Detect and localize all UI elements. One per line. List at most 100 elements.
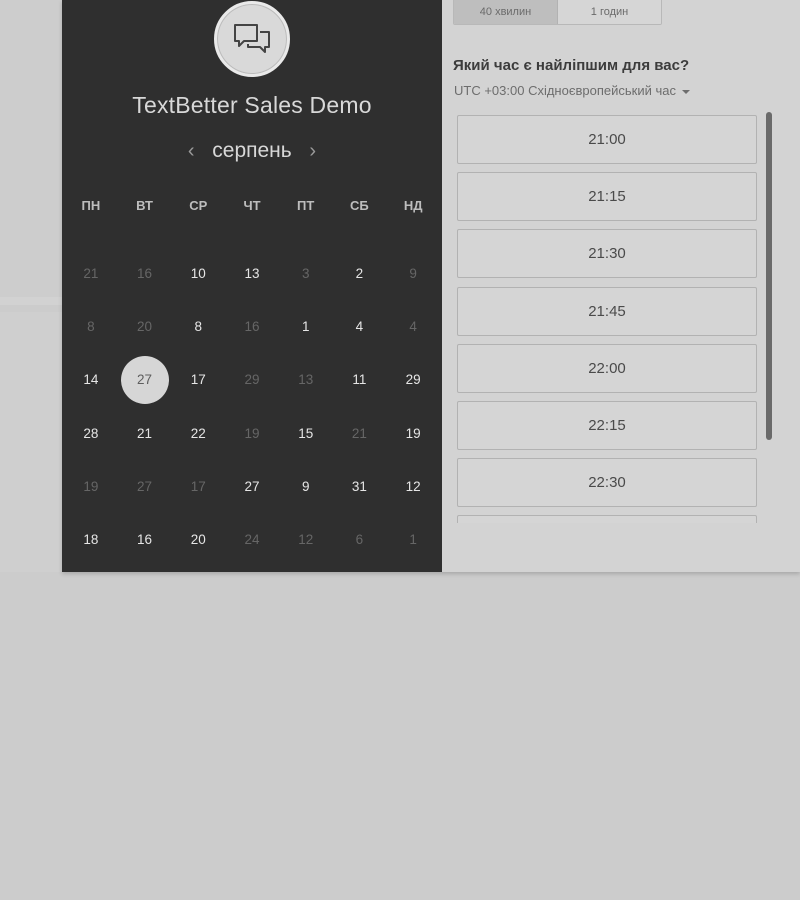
calendar-day: 9 — [386, 247, 440, 300]
weekday-label: ПН — [81, 198, 101, 213]
calendar-day-number: 24 — [244, 532, 260, 548]
calendar-day: 19 — [225, 407, 279, 460]
calendar-day-number: 8 — [87, 319, 95, 335]
calendar-day[interactable]: 20 — [171, 513, 225, 566]
calendar-day-number: 8 — [194, 319, 203, 335]
calendar-day-number: 13 — [244, 266, 260, 282]
calendar-day[interactable]: 15 — [279, 407, 333, 460]
calendar-day[interactable]: 21 — [118, 407, 172, 460]
calendar-day-number: 10 — [190, 266, 206, 282]
calendar-day: 21 — [64, 247, 118, 300]
calendar-day-number: 20 — [137, 319, 153, 335]
calendar-day-number: 21 — [137, 425, 153, 441]
calendar-day[interactable]: 17 — [171, 353, 225, 406]
weekday-label: СР — [189, 198, 208, 213]
calendar-day-number: 22 — [190, 425, 206, 441]
calendar-day[interactable]: 13 — [225, 247, 279, 300]
background-panel-lower — [0, 312, 62, 572]
page: TextBetter Sales Demo ‹ серпень › ПН ВТ … — [0, 0, 800, 900]
calendar-day: 1 — [386, 513, 440, 566]
calendar-day[interactable]: 12 — [386, 460, 440, 513]
calendar-day-number: 4 — [355, 319, 364, 335]
calendar-day[interactable]: 2 — [333, 247, 387, 300]
duration-option-40-min[interactable]: 40 хвилин — [454, 0, 558, 24]
time-question-heading: Який час є найліпшим для вас? — [453, 57, 690, 74]
calendar-day: 3 — [279, 247, 333, 300]
scrollbar[interactable] — [766, 112, 772, 440]
calendar-day-number: 27 — [244, 478, 260, 494]
calendar-day-number: 29 — [244, 372, 260, 388]
calendar-day-number: 27 — [120, 355, 169, 404]
calendar-day-number: 9 — [409, 266, 417, 282]
timezone-selector[interactable]: UTC +03:00 Східноєвропейський час — [454, 83, 690, 98]
calendar-day-number: 2 — [355, 266, 364, 282]
calendar-day: 19 — [64, 460, 118, 513]
timezone-label: UTC +03:00 Східноєвропейський час — [454, 83, 676, 98]
chevron-left-icon[interactable]: ‹ — [184, 138, 198, 164]
calendar-day: 24 — [225, 513, 279, 566]
calendar-day: 29 — [225, 353, 279, 406]
time-slot-button[interactable]: 21:30 — [457, 229, 757, 279]
time-slot-button[interactable]: 21:00 — [457, 115, 757, 164]
calendar-day-number: 19 — [83, 478, 99, 494]
calendar-day-number: 19 — [405, 425, 421, 441]
time-slot-button[interactable]: 22:15 — [457, 400, 757, 450]
chevron-right-icon[interactable]: › — [306, 138, 320, 164]
calendar-day: 6 — [333, 513, 387, 566]
weekday-label: НД — [403, 198, 423, 213]
calendar-day-number: 3 — [301, 266, 310, 282]
calendar-day[interactable]: 16 — [118, 513, 172, 566]
time-slot-button[interactable]: 21:45 — [457, 286, 757, 336]
time-slot-button[interactable] — [457, 515, 757, 523]
event-title: TextBetter Sales Demo — [132, 92, 372, 118]
calendar-day[interactable]: 8 — [171, 300, 225, 353]
calendar-day: 21 — [333, 407, 387, 460]
calendar-day[interactable]: 31 — [333, 460, 387, 513]
calendar-day[interactable]: 1 — [279, 300, 333, 353]
calendar-day-number: 16 — [137, 532, 153, 548]
calendar-day: 16 — [225, 300, 279, 353]
current-month: серпень — [212, 139, 292, 162]
weekday-label: ВТ — [136, 198, 153, 213]
time-slot-list: 21:00 21:15 21:30 21:45 22:00 22:15 22:30 — [457, 115, 757, 523]
calendar-day[interactable]: 28 — [64, 407, 118, 460]
calendar-day-number: 1 — [409, 532, 417, 548]
calendar-day-number: 18 — [83, 532, 99, 548]
calendar-day: 4 — [386, 300, 440, 353]
calendar-day: 20 — [118, 300, 172, 353]
calendar-day[interactable]: 27 — [225, 460, 279, 513]
calendar-day[interactable]: 10 — [171, 247, 225, 300]
calendar-day-number: 14 — [83, 372, 99, 388]
time-selection-panel: 40 хвилин 1 годин Який час є найліпшим д… — [442, 0, 800, 572]
caret-down-icon — [681, 89, 690, 94]
calendar-day[interactable]: 14 — [64, 353, 118, 406]
calendar-day[interactable]: 19 — [386, 407, 440, 460]
calendar-day-number: 17 — [190, 478, 206, 494]
calendar-day[interactable]: 29 — [386, 353, 440, 406]
background-divider — [0, 297, 62, 305]
calendar-day-number: 29 — [405, 372, 421, 388]
calendar-day-number: 16 — [244, 319, 260, 335]
calendar-day[interactable]: 11 — [333, 353, 387, 406]
time-slot-button[interactable]: 22:00 — [457, 343, 757, 393]
calendar-day: 27 — [118, 460, 172, 513]
calendar-day-selected[interactable]: 27 — [118, 353, 172, 406]
calendar-day-number: 13 — [298, 372, 314, 388]
time-slot-button[interactable]: 22:30 — [457, 458, 757, 508]
scheduling-widget: TextBetter Sales Demo ‹ серпень › ПН ВТ … — [62, 0, 800, 572]
weekday-label: ПТ — [297, 198, 315, 213]
calendar-day-number: 4 — [409, 319, 417, 335]
time-slot-button[interactable]: 21:15 — [457, 172, 757, 222]
calendar-day-number: 17 — [190, 372, 206, 388]
calendar-day-number: 27 — [137, 478, 153, 494]
calendar-day[interactable]: 4 — [333, 300, 387, 353]
calendar-day-number: 15 — [298, 425, 314, 441]
calendar-day-number: 20 — [190, 532, 206, 548]
calendar-day[interactable]: 22 — [171, 407, 225, 460]
calendar-day-number: 12 — [405, 478, 421, 494]
duration-option-1-hour[interactable]: 1 годин — [558, 0, 661, 24]
calendar-day[interactable]: 18 — [64, 513, 118, 566]
calendar-day-number: 1 — [301, 319, 310, 335]
calendar-day[interactable]: 9 — [279, 460, 333, 513]
calendar-day-number: 21 — [351, 425, 367, 441]
